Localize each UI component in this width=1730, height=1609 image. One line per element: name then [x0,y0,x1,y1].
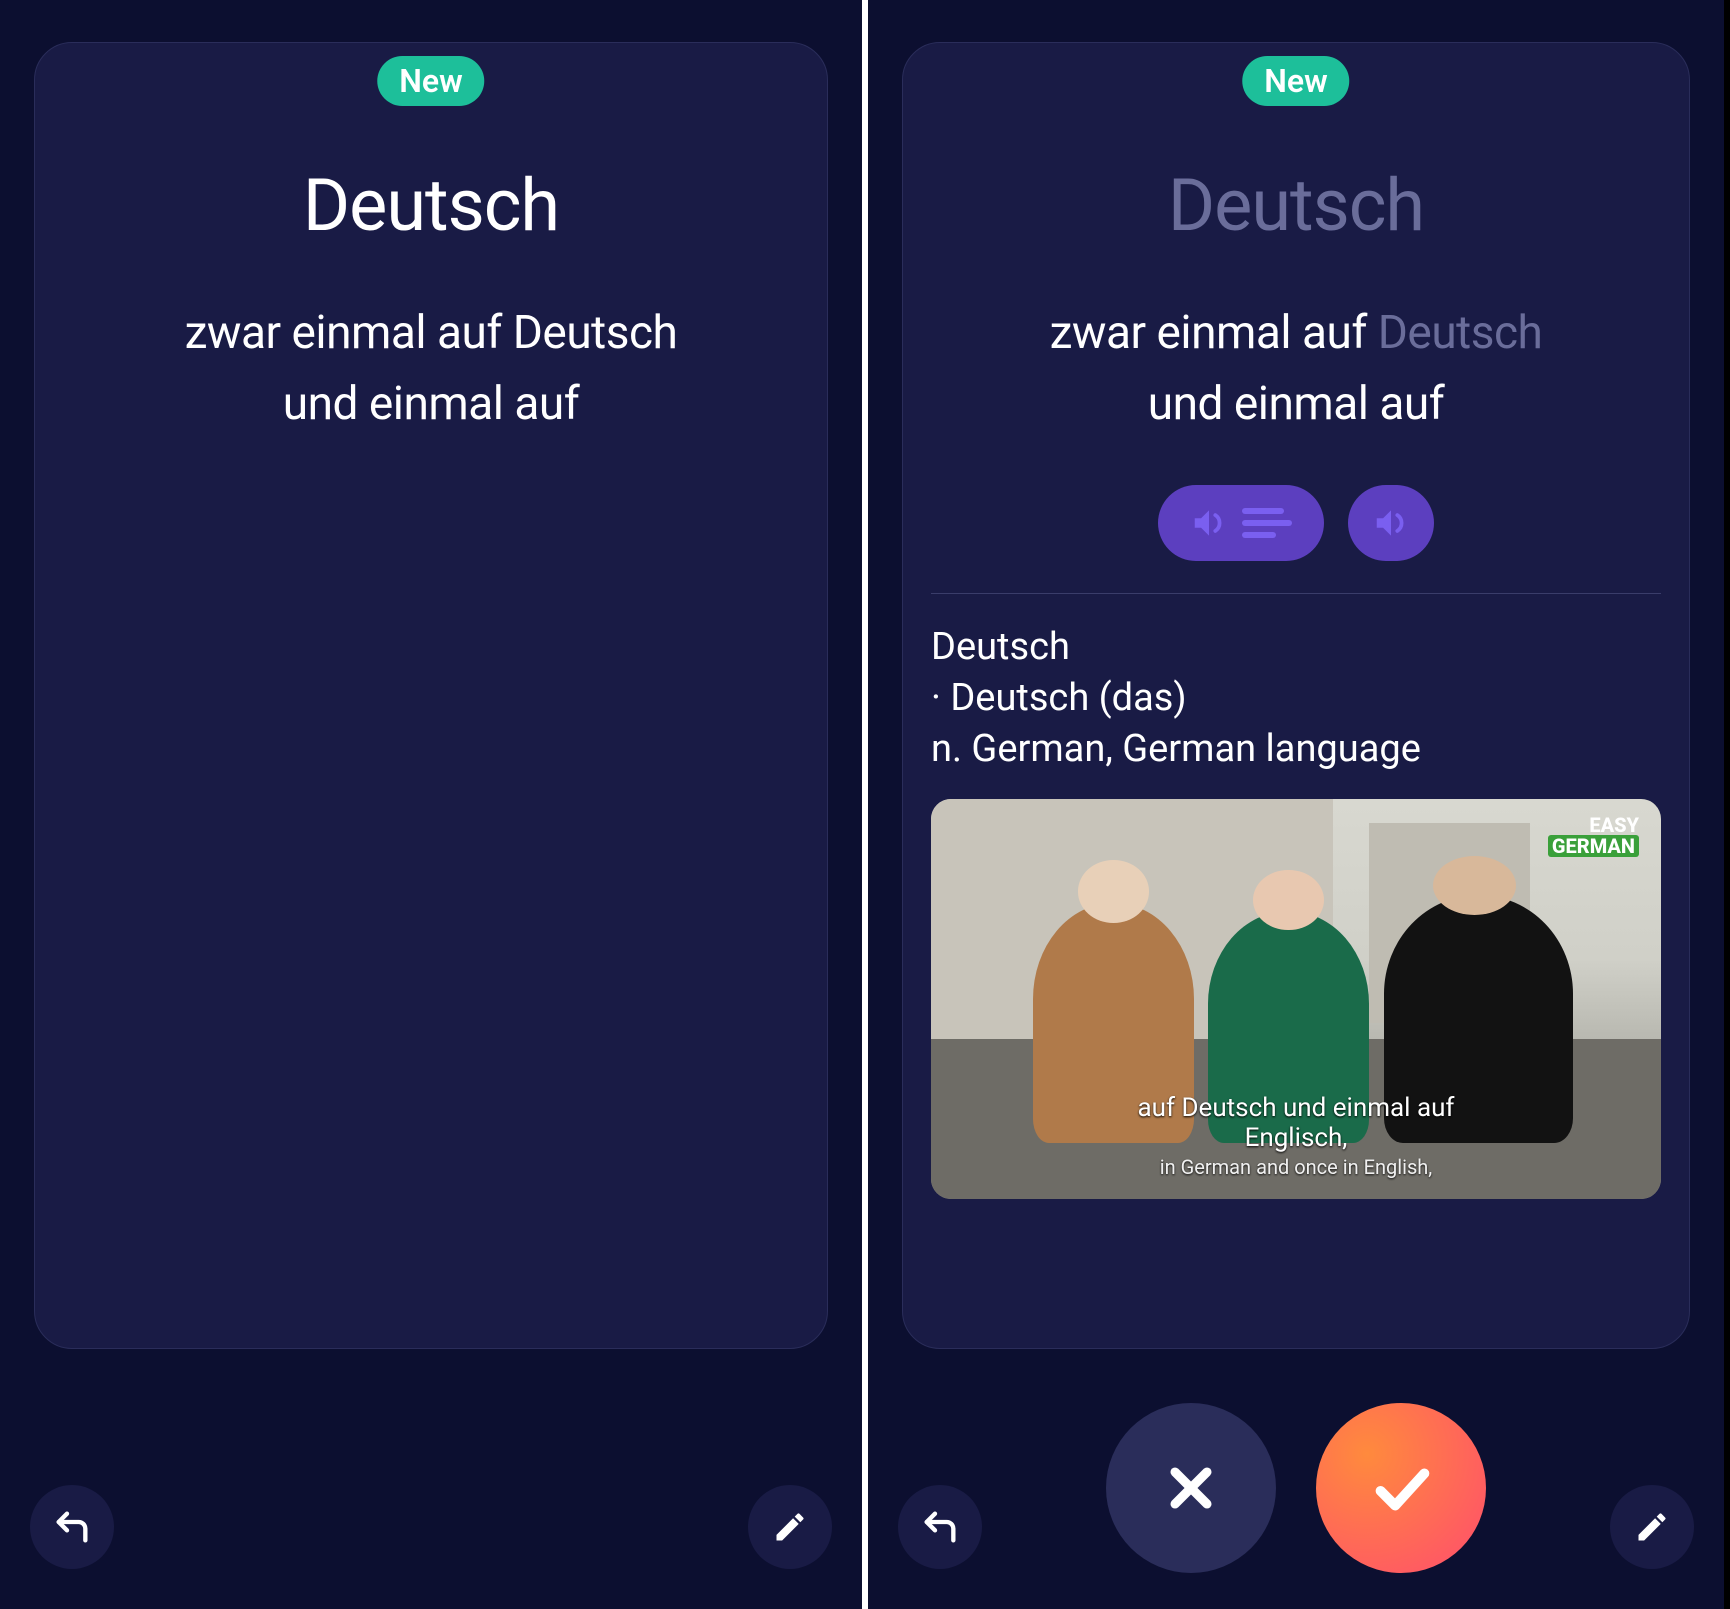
definition-headword: Deutsch [931,622,1661,673]
flashcard-back: New Deutsch zwar einmal auf Deutsch und … [902,42,1690,1349]
mark-correct-button[interactable] [1316,1403,1486,1573]
mark-wrong-button[interactable] [1106,1403,1276,1573]
subtitle-secondary: in German and once in English, [1114,1155,1479,1179]
undo-button[interactable] [30,1485,114,1569]
edit-button[interactable] [748,1485,832,1569]
play-sentence-audio-button[interactable] [1158,485,1324,561]
flashcard-back-screen: New Deutsch zwar einmal auf Deutsch und … [862,0,1724,1609]
sentence-text: zwar einmal auf [1050,306,1378,360]
example-sentence: zwar einmal auf Deutsch und einmal auf [35,298,827,441]
waveform-icon [1242,508,1292,538]
sentence-highlight: Deutsch [1378,306,1543,360]
play-word-audio-button[interactable] [1348,485,1434,561]
definition-form: · Deutsch (das) [931,673,1661,724]
pencil-icon [1634,1509,1670,1545]
video-subtitles: auf Deutsch und einmal auf Englisch, in … [1114,1093,1479,1179]
video-source-line1: EASY [1548,815,1639,835]
sentence-text: zwar einmal auf [185,306,513,360]
audio-controls [903,485,1689,561]
divider [931,593,1661,594]
grade-buttons [1106,1403,1486,1573]
check-icon [1366,1453,1436,1523]
bottom-bar [868,1379,1724,1579]
new-badge: New [377,56,484,106]
new-badge: New [1242,56,1349,106]
example-video[interactable]: EASY GERMAN auf Deutsch und einmal auf E… [931,799,1661,1199]
example-sentence: zwar einmal auf Deutsch und einmal auf [903,298,1689,441]
video-source-line2: GERMAN [1548,835,1639,857]
video-source-badge: EASY GERMAN [1538,811,1649,861]
undo-icon [52,1507,92,1547]
subtitle-primary: auf Deutsch und einmal auf Englisch, [1114,1093,1479,1153]
flashcard-front[interactable]: New Deutsch zwar einmal auf Deutsch und … [34,42,828,1349]
close-icon [1159,1456,1223,1520]
sentence-highlight: Deutsch [513,306,678,360]
headword: Deutsch [903,163,1689,248]
pencil-icon [772,1509,808,1545]
undo-icon [920,1507,960,1547]
sentence-text-line2: und einmal auf [1148,377,1444,431]
bottom-bar [0,1379,862,1579]
flashcard-front-screen: New Deutsch zwar einmal auf Deutsch und … [0,0,862,1609]
sentence-text-line2: und einmal auf [283,377,579,431]
definition-block: Deutsch · Deutsch (das) n. German, Germa… [931,622,1661,776]
undo-button[interactable] [898,1485,982,1569]
speaker-sentence-icon [1190,504,1228,542]
speaker-icon [1372,504,1410,542]
definition-meaning: n. German, German language [931,724,1661,775]
headword: Deutsch [35,163,827,248]
edit-button[interactable] [1610,1485,1694,1569]
